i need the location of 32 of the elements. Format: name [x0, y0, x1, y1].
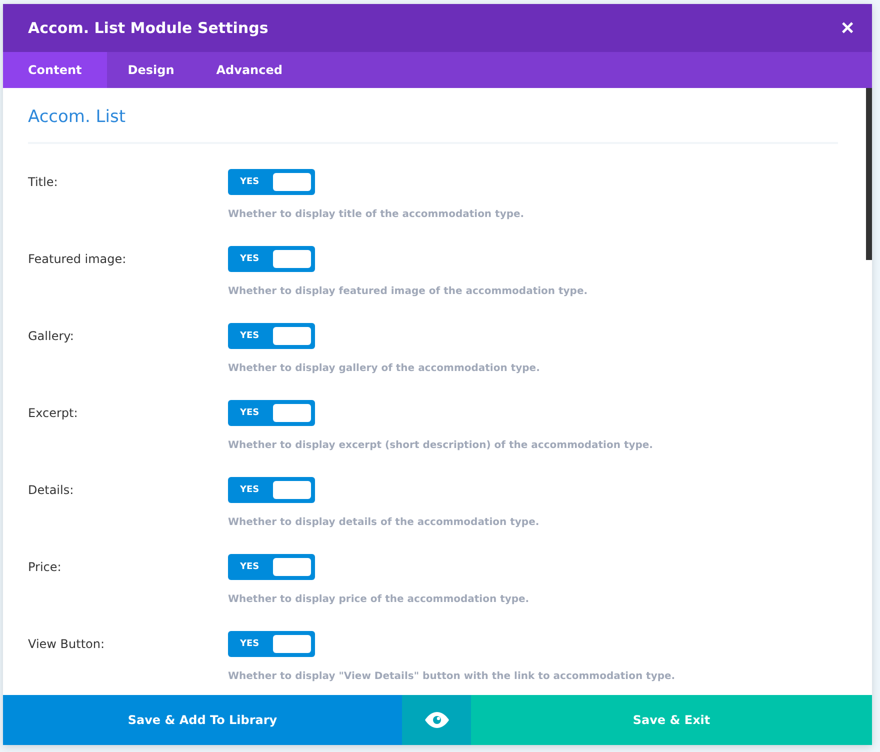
preview-button[interactable]	[402, 695, 471, 745]
setting-label: Featured image:	[28, 251, 128, 268]
close-button[interactable]: ×	[837, 15, 858, 41]
save-and-exit-button[interactable]: Save & Exit	[471, 695, 872, 745]
setting-description: Whether to display excerpt (short description) of the accommodation type.	[228, 440, 653, 451]
setting-description: Whether to display price of the accommodation type.	[228, 594, 530, 605]
toggle-switch[interactable]: YES	[228, 323, 315, 349]
tab[interactable]: Advanced	[195, 52, 304, 88]
toggle-switch[interactable]: YES	[228, 631, 315, 657]
setting-description: Whether to display gallery of the accommodation type.	[228, 363, 540, 374]
tab[interactable]: Content	[3, 52, 107, 88]
toggle-switch[interactable]: YES	[228, 400, 315, 426]
tab[interactable]: Design	[106, 52, 196, 88]
setting-description: Whether to display title of the accommodation type.	[228, 209, 524, 220]
setting-label: Gallery:	[28, 328, 75, 345]
setting-description: Whether to display "View Details" button with the link to accommodation type.	[228, 671, 676, 682]
setting-label: Title:	[28, 174, 59, 191]
save-to-library-button[interactable]: Save & Add To Library	[3, 695, 402, 745]
scrollbar-thumb[interactable]	[866, 88, 872, 260]
toggle-switch[interactable]: YES	[228, 554, 315, 580]
section-title: Accom. List	[28, 107, 127, 129]
setting-label: Excerpt:	[28, 405, 79, 422]
window-title: Accom. List Module Settings	[28, 19, 268, 37]
eye-icon	[424, 712, 448, 728]
setting-description: Whether to display details of the accommodation type.	[228, 517, 540, 528]
toggle-switch[interactable]: YES	[228, 477, 315, 503]
toggle-switch[interactable]: YES	[228, 246, 315, 272]
setting-label: View Button:	[28, 636, 106, 653]
toggle-switch[interactable]: YES	[228, 169, 315, 195]
setting-label: Details:	[28, 482, 75, 499]
setting-label: Price:	[28, 559, 62, 576]
setting-description: Whether to display featured image of the accommodation type.	[228, 286, 588, 297]
